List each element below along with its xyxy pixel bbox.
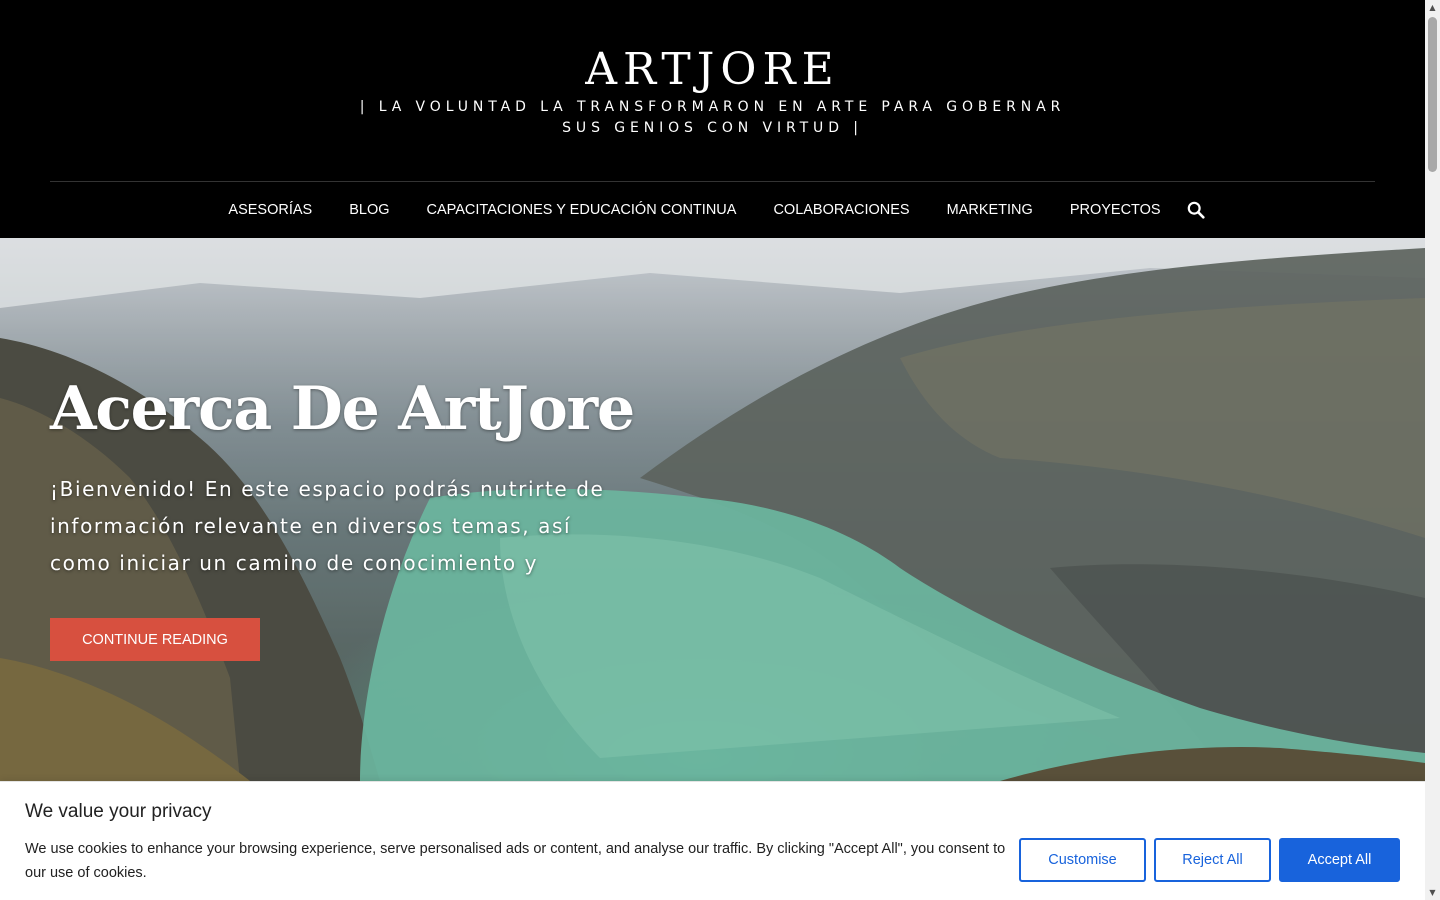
cookie-title: We value your privacy	[25, 801, 212, 822]
site-header: ARTJORE | LA VOLUNTAD LA TRANSFORMARON E…	[0, 0, 1425, 238]
nav-item-marketing[interactable]: MARKETING	[928, 182, 1051, 238]
cookie-description: We use cookies to enhance your browsing …	[25, 841, 1006, 881]
hero-excerpt: ¡Bienvenido! En este espacio podrás nutr…	[50, 477, 605, 575]
reject-all-button[interactable]: Reject All	[1154, 838, 1271, 882]
site-title[interactable]: ARTJORE	[0, 44, 1425, 96]
site-tagline: | LA VOLUNTAD LA TRANSFORMARON EN ARTE P…	[359, 99, 1066, 136]
scrollbar-thumb[interactable]	[1428, 17, 1437, 172]
hero-slide: Acerca De ArtJore ¡Bienvenido! En este e…	[0, 238, 1425, 781]
continue-reading-button[interactable]: CONTINUE READING	[50, 618, 260, 661]
search-button[interactable]	[1179, 182, 1215, 238]
nav-item-proyectos[interactable]: PROYECTOS	[1051, 182, 1179, 238]
vertical-scrollbar[interactable]: ▲ ▼	[1425, 0, 1440, 900]
customise-button[interactable]: Customise	[1019, 838, 1146, 882]
scroll-up-arrow-icon[interactable]: ▲	[1425, 0, 1440, 15]
nav-item-colaboraciones[interactable]: COLABORACIONES	[755, 182, 928, 238]
nav-item-asesorias[interactable]: ASESORÍAS	[210, 182, 331, 238]
scroll-down-arrow-icon[interactable]: ▼	[1425, 885, 1440, 900]
hero-title[interactable]: Acerca De ArtJore	[50, 373, 635, 445]
accept-all-button[interactable]: Accept All	[1279, 838, 1400, 882]
nav-item-capacitaciones[interactable]: CAPACITACIONES Y EDUCACIÓN CONTINUA	[408, 182, 755, 238]
nav-item-blog[interactable]: BLOG	[331, 182, 408, 238]
cookie-consent-banner: We value your privacy We use cookies to …	[0, 781, 1425, 900]
main-nav: ASESORÍAS BLOG CAPACITACIONES Y EDUCACIÓ…	[0, 182, 1425, 238]
search-icon	[1187, 201, 1205, 219]
